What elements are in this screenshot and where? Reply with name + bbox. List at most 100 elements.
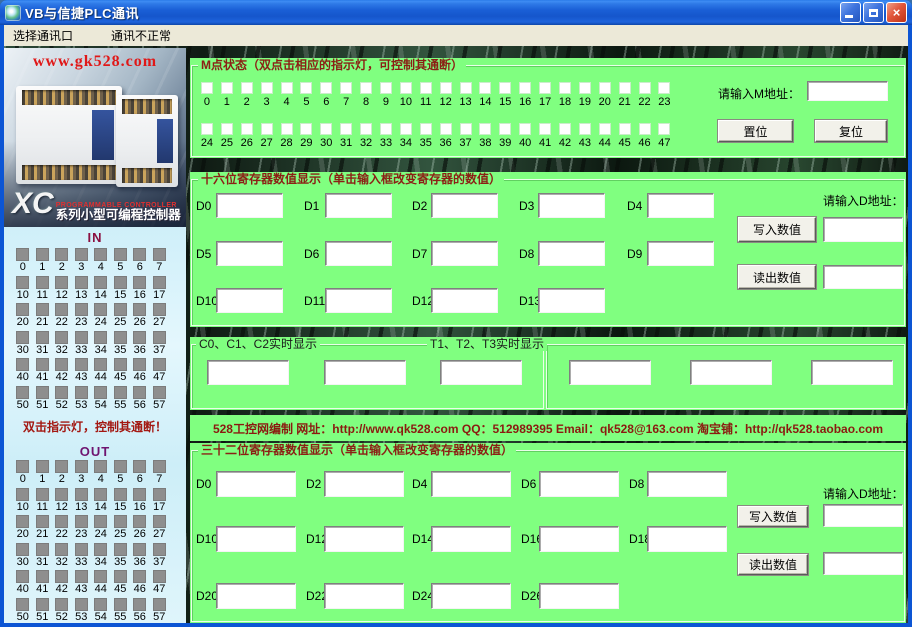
m-indicator-light-30[interactable] [321,124,331,134]
reg32-input-D22[interactable] [324,583,404,609]
m-indicator-light-6[interactable] [321,83,331,93]
m-indicator-light-7[interactable] [341,83,351,93]
in-indicator-light-10[interactable] [16,276,29,289]
reg16-read-button[interactable]: 读出数值 [738,265,816,289]
m-indicator-light-0[interactable] [202,83,212,93]
out-indicator-light-27[interactable] [153,515,166,528]
m-indicator-light-12[interactable] [441,83,451,93]
maximize-button[interactable] [863,2,884,23]
m-indicator-light-19[interactable] [580,83,590,93]
reg32-input-D18[interactable] [647,526,727,552]
reg16-input-D9[interactable] [647,241,714,266]
m-indicator-light-26[interactable] [242,124,252,134]
m-indicator-light-41[interactable] [540,124,550,134]
in-indicator-light-16[interactable] [133,276,146,289]
reg16-input-D7[interactable] [431,241,498,266]
out-indicator-light-23[interactable] [75,515,88,528]
reg32-input-D20[interactable] [216,583,296,609]
m-indicator-light-27[interactable] [262,124,272,134]
out-indicator-light-25[interactable] [114,515,127,528]
in-indicator-light-11[interactable] [36,276,49,289]
in-indicator-light-1[interactable] [36,248,49,261]
m-indicator-light-15[interactable] [500,83,510,93]
out-indicator-light-34[interactable] [94,543,107,556]
out-indicator-light-41[interactable] [36,570,49,583]
m-indicator-light-44[interactable] [600,124,610,134]
in-indicator-light-32[interactable] [55,331,68,344]
in-indicator-light-44[interactable] [94,358,107,371]
out-indicator-light-10[interactable] [16,488,29,501]
in-indicator-light-33[interactable] [75,331,88,344]
display-c0[interactable] [207,360,289,385]
in-indicator-light-34[interactable] [94,331,107,344]
reg16-input-D6[interactable] [325,241,392,266]
m-indicator-light-1[interactable] [222,83,232,93]
in-indicator-light-26[interactable] [133,303,146,316]
m-indicator-light-14[interactable] [480,83,490,93]
m-indicator-light-45[interactable] [620,124,630,134]
m-indicator-light-47[interactable] [659,124,669,134]
m-indicator-light-28[interactable] [282,124,292,134]
out-indicator-light-2[interactable] [55,460,68,473]
out-indicator-light-50[interactable] [16,598,29,611]
in-indicator-light-45[interactable] [114,358,127,371]
m-indicator-light-31[interactable] [341,124,351,134]
menu-item-select-port[interactable]: 选择通讯口 [6,25,80,46]
display-t2[interactable] [690,360,772,385]
m-indicator-light-23[interactable] [659,83,669,93]
in-indicator-light-36[interactable] [133,331,146,344]
out-indicator-light-3[interactable] [75,460,88,473]
m-indicator-light-8[interactable] [361,83,371,93]
reg16-input-D13[interactable] [538,288,605,313]
in-indicator-light-35[interactable] [114,331,127,344]
out-indicator-light-1[interactable] [36,460,49,473]
m-indicator-light-11[interactable] [421,83,431,93]
in-indicator-light-14[interactable] [94,276,107,289]
reset-button[interactable]: 复位 [815,120,887,142]
in-indicator-light-40[interactable] [16,358,29,371]
out-indicator-light-51[interactable] [36,598,49,611]
reg16-write-button[interactable]: 写入数值 [738,217,816,242]
reg16-input-D1[interactable] [325,193,392,218]
in-indicator-light-25[interactable] [114,303,127,316]
m-indicator-light-35[interactable] [421,124,431,134]
close-button[interactable]: × [886,2,907,23]
reg16-input-D0[interactable] [216,193,283,218]
reg32-input-D2[interactable] [324,471,404,497]
out-indicator-light-0[interactable] [16,460,29,473]
reg32-input-D12[interactable] [324,526,404,552]
out-indicator-light-54[interactable] [94,598,107,611]
in-indicator-light-0[interactable] [16,248,29,261]
out-indicator-light-21[interactable] [36,515,49,528]
out-indicator-light-44[interactable] [94,570,107,583]
m-indicator-light-43[interactable] [580,124,590,134]
out-indicator-light-15[interactable] [114,488,127,501]
in-indicator-light-37[interactable] [153,331,166,344]
reg16-input-D8[interactable] [538,241,605,266]
in-indicator-light-27[interactable] [153,303,166,316]
reg16-input-D10[interactable] [216,288,283,313]
out-indicator-light-46[interactable] [133,570,146,583]
m-indicator-light-5[interactable] [301,83,311,93]
out-indicator-light-7[interactable] [153,460,166,473]
display-c1[interactable] [324,360,406,385]
in-indicator-light-47[interactable] [153,358,166,371]
reg32-input-D26[interactable] [539,583,619,609]
in-indicator-light-30[interactable] [16,331,29,344]
menu-item-comm-status[interactable]: 通讯不正常 [104,25,178,46]
out-indicator-light-17[interactable] [153,488,166,501]
set-button[interactable]: 置位 [718,120,793,142]
m-indicator-light-22[interactable] [640,83,650,93]
reg32-input-D16[interactable] [539,526,619,552]
reg16-input-D2[interactable] [431,193,498,218]
out-indicator-light-26[interactable] [133,515,146,528]
in-indicator-light-52[interactable] [55,386,68,399]
m-indicator-light-34[interactable] [401,124,411,134]
reg16-input-D5[interactable] [216,241,283,266]
in-indicator-light-46[interactable] [133,358,146,371]
in-indicator-light-13[interactable] [75,276,88,289]
m-indicator-light-3[interactable] [262,83,272,93]
out-indicator-light-43[interactable] [75,570,88,583]
m-indicator-light-20[interactable] [600,83,610,93]
reg32-input-D10[interactable] [216,526,296,552]
